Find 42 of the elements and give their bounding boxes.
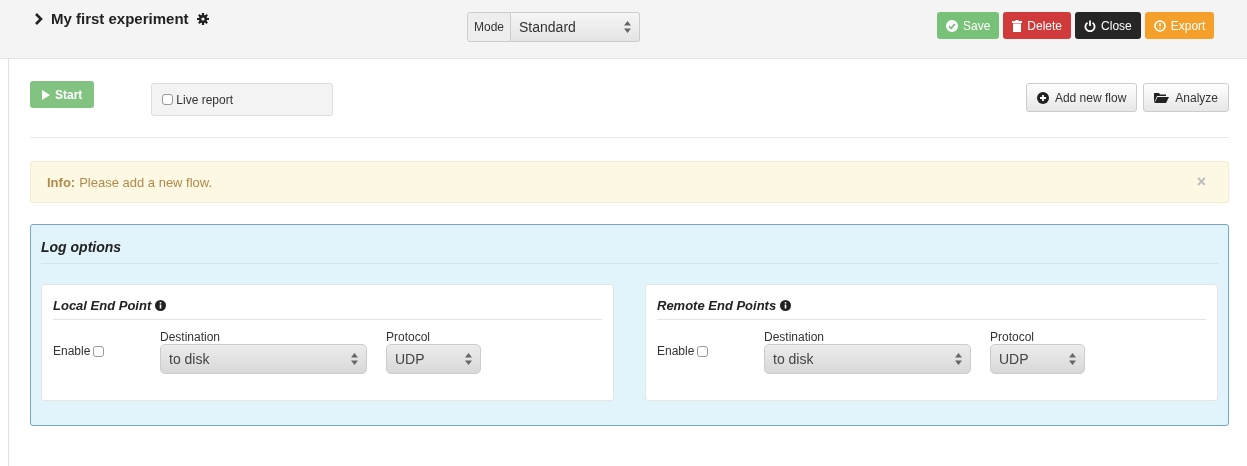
protocol-label: Protocol: [386, 330, 432, 344]
panel-title: Local End Point: [53, 298, 152, 313]
select-arrows-icon: [955, 353, 962, 365]
exclamation-circle-icon: [1153, 19, 1166, 32]
select-arrows-icon: [624, 21, 632, 33]
enable-checkbox[interactable]: [697, 345, 709, 357]
enable-label: Enable: [657, 344, 695, 358]
mode-select[interactable]: Standard: [511, 12, 641, 42]
select-arrows-icon: [465, 353, 472, 365]
destination-select[interactable]: to disk: [764, 344, 971, 374]
power-icon: [1084, 19, 1097, 32]
analyze-button[interactable]: Analyze: [1143, 83, 1229, 112]
enable-label: Enable: [53, 344, 91, 358]
trash-icon: [1012, 19, 1023, 32]
destination-label: Destination: [160, 330, 222, 344]
add-flow-button[interactable]: Add new flow: [1025, 83, 1138, 112]
play-icon: [42, 89, 50, 100]
protocol-select[interactable]: UDP: [990, 344, 1085, 374]
settings-icon[interactable]: [196, 12, 209, 25]
check-circle-icon: [946, 19, 958, 32]
alert-message: Please add a new flow.: [79, 174, 213, 190]
info-icon[interactable]: [780, 300, 792, 311]
panel-title: Remote End Points: [657, 298, 777, 313]
experiment-title: My first experiment: [51, 10, 189, 27]
delete-button[interactable]: Delete: [1003, 12, 1072, 39]
destination-select[interactable]: to disk: [160, 344, 367, 374]
select-arrows-icon: [1069, 353, 1076, 365]
destination-label: Destination: [764, 330, 826, 344]
info-icon[interactable]: [155, 300, 167, 311]
enable-checkbox[interactable]: [93, 345, 105, 357]
select-arrows-icon: [351, 353, 358, 365]
chevron-right-icon: [35, 12, 43, 25]
plus-circle-icon: [1036, 91, 1049, 104]
live-report-label: Live report: [176, 92, 234, 107]
mode-label: Mode: [467, 12, 512, 42]
alert-title: Info:: [47, 174, 76, 190]
log-options-title: Log options: [41, 225, 1218, 264]
close-button[interactable]: Close: [1075, 12, 1141, 39]
protocol-label: Protocol: [990, 330, 1036, 344]
protocol-select[interactable]: UDP: [386, 344, 481, 374]
folder-icon: [1154, 92, 1170, 103]
live-report-checkbox[interactable]: [162, 94, 174, 105]
